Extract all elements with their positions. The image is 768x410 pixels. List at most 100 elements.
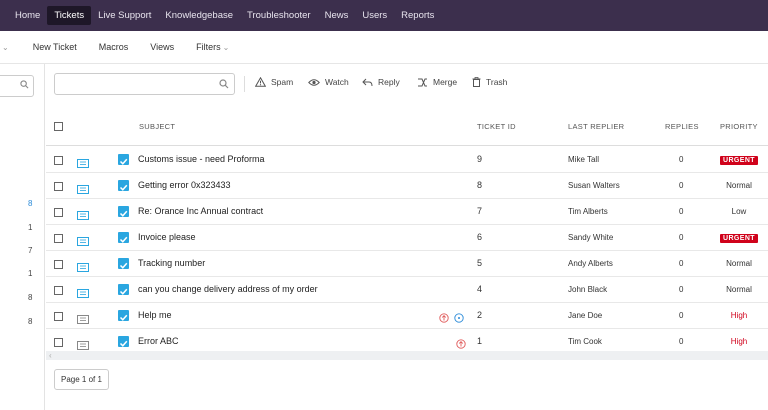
spam-button[interactable]: Spam [255,77,293,87]
ticket-subject[interactable]: Help me [138,310,172,320]
new-ticket-button[interactable]: New Ticket [33,42,77,52]
status-checkbox[interactable] [118,310,129,321]
top-nav: Home Tickets Live Support Knowledgebase … [0,0,768,31]
status-checkbox[interactable] [118,336,129,347]
replies-header[interactable]: REPLIES [665,122,699,131]
status-checkbox[interactable] [118,258,129,269]
ticket-subject[interactable]: can you change delivery address of my or… [138,284,318,294]
toolbar-divider [244,76,245,92]
ticket-icon [77,181,89,194]
ticket-id: 7 [477,206,483,216]
merge-button[interactable]: Merge [417,77,457,87]
pagination[interactable]: Page 1 of 1 [54,369,109,390]
views-menu[interactable]: Views [150,42,174,52]
ticket-icon [77,311,89,324]
nav-home[interactable]: Home [8,6,47,25]
merge-label: Merge [433,77,458,87]
trash-icon [472,77,481,87]
row-checkbox[interactable] [54,286,63,295]
ticket-subject[interactable]: Error ABC [138,336,179,346]
priority-label: Normal [726,285,752,294]
clock-icon [454,310,464,328]
ticket-subject[interactable]: Customs issue - need Proforma [138,154,265,164]
row-checkbox[interactable] [54,338,63,347]
page-label: Page 1 of 1 [61,375,102,384]
priority-badge: URGENT [714,155,764,165]
sidebar-count[interactable]: 8 [28,199,32,208]
table-row[interactable]: can you change delivery address of my or… [46,277,768,303]
sidebar-count[interactable]: 8 [28,317,32,326]
trash-label: Trash [486,77,508,87]
search-input[interactable] [54,73,235,95]
nav-knowledgebase[interactable]: Knowledgebase [158,6,240,25]
priority-label: URGENT [720,156,758,165]
row-checkbox[interactable] [54,156,63,165]
priority-label: Normal [726,259,752,268]
priority-label: High [730,337,748,346]
priority-label: URGENT [720,234,758,243]
sidebar-count[interactable]: 1 [28,223,32,232]
ticket-subject[interactable]: Getting error 0x323433 [138,180,231,190]
nav-news[interactable]: News [318,6,356,25]
subject-header[interactable]: SUBJECT [139,122,175,131]
ticket-icon [77,155,89,168]
scroll-left-icon[interactable]: ‹ [49,351,52,360]
watch-label: Watch [325,77,349,87]
nav-troubleshooter[interactable]: Troubleshooter [240,6,318,25]
status-checkbox[interactable] [118,232,129,243]
chevron-down-icon[interactable]: ⌄ [2,43,9,52]
ticket-subject[interactable]: Re: Orance Inc Annual contract [138,206,263,216]
sidebar-count[interactable]: 8 [28,293,32,302]
horizontal-scrollbar[interactable]: ‹ [46,351,768,360]
status-checkbox[interactable] [118,284,129,295]
trash-button[interactable]: Trash [472,77,507,87]
reply-button[interactable]: Reply [362,77,400,87]
row-checkbox[interactable] [54,208,63,217]
table-row[interactable]: Invoice please 6 Sandy White 0 URGENT [46,225,768,251]
priority-label: Low [731,207,747,216]
status-checkbox[interactable] [118,154,129,165]
ticket-id: 9 [477,154,483,164]
ticket-subject[interactable]: Invoice please [138,232,196,242]
nav-live-support[interactable]: Live Support [91,6,158,25]
table-row[interactable]: Getting error 0x323433 8 Susan Walters 0 Nor… [46,173,768,199]
ticket-id: 2 [477,310,483,320]
sidebar-count[interactable]: 1 [28,269,32,278]
nav-users[interactable]: Users [355,6,394,25]
table-row[interactable]: Help me 2 Jane Doe 0 High [46,303,768,329]
spam-label: Spam [271,77,294,87]
ticket-id: 5 [477,258,483,268]
select-all-checkbox[interactable] [54,122,63,131]
ticket-id: 8 [477,180,483,190]
table-row[interactable]: Tracking number 5 Andy Alberts 0 Normal [46,251,768,277]
sidebar-count[interactable]: 7 [28,246,32,255]
reply-count: 0 [679,155,684,164]
reply-count: 0 [679,233,684,242]
nav-reports[interactable]: Reports [394,6,441,25]
table-row[interactable]: Customs issue - need Proforma 9 Mike Tall 0… [46,147,768,173]
sidebar-search-input[interactable] [0,75,34,97]
row-checkbox[interactable] [54,234,63,243]
status-checkbox[interactable] [118,206,129,217]
ticket-id: 4 [477,284,483,294]
row-checkbox[interactable] [54,260,63,269]
warning-icon [255,77,266,87]
last-replier-header[interactable]: LAST REPLIER [568,122,624,131]
row-checkbox[interactable] [54,182,63,191]
last-replier: Sandy White [568,233,614,242]
watch-button[interactable]: Watch [308,77,349,87]
last-replier: Jane Doe [568,311,603,320]
macros-menu[interactable]: Macros [99,42,129,52]
nav-tickets[interactable]: Tickets [47,6,92,25]
eye-icon [308,78,320,86]
ticket-id: 1 [477,336,483,346]
row-checkbox[interactable] [54,312,63,321]
ticket-subject[interactable]: Tracking number [138,258,205,268]
ticket-id-header[interactable]: TICKET ID [477,122,516,131]
priority-header[interactable]: PRIORITY [720,122,758,131]
table-row[interactable]: Re: Orance Inc Annual contract 7 Tim Alber… [46,199,768,225]
ticket-list-panel: Spam Watch Reply Merge Trash SUBJECT TIC… [46,64,768,410]
status-checkbox[interactable] [118,180,129,191]
ticket-icon [77,259,89,272]
filters-menu[interactable]: Filters ⌄ [196,42,229,52]
